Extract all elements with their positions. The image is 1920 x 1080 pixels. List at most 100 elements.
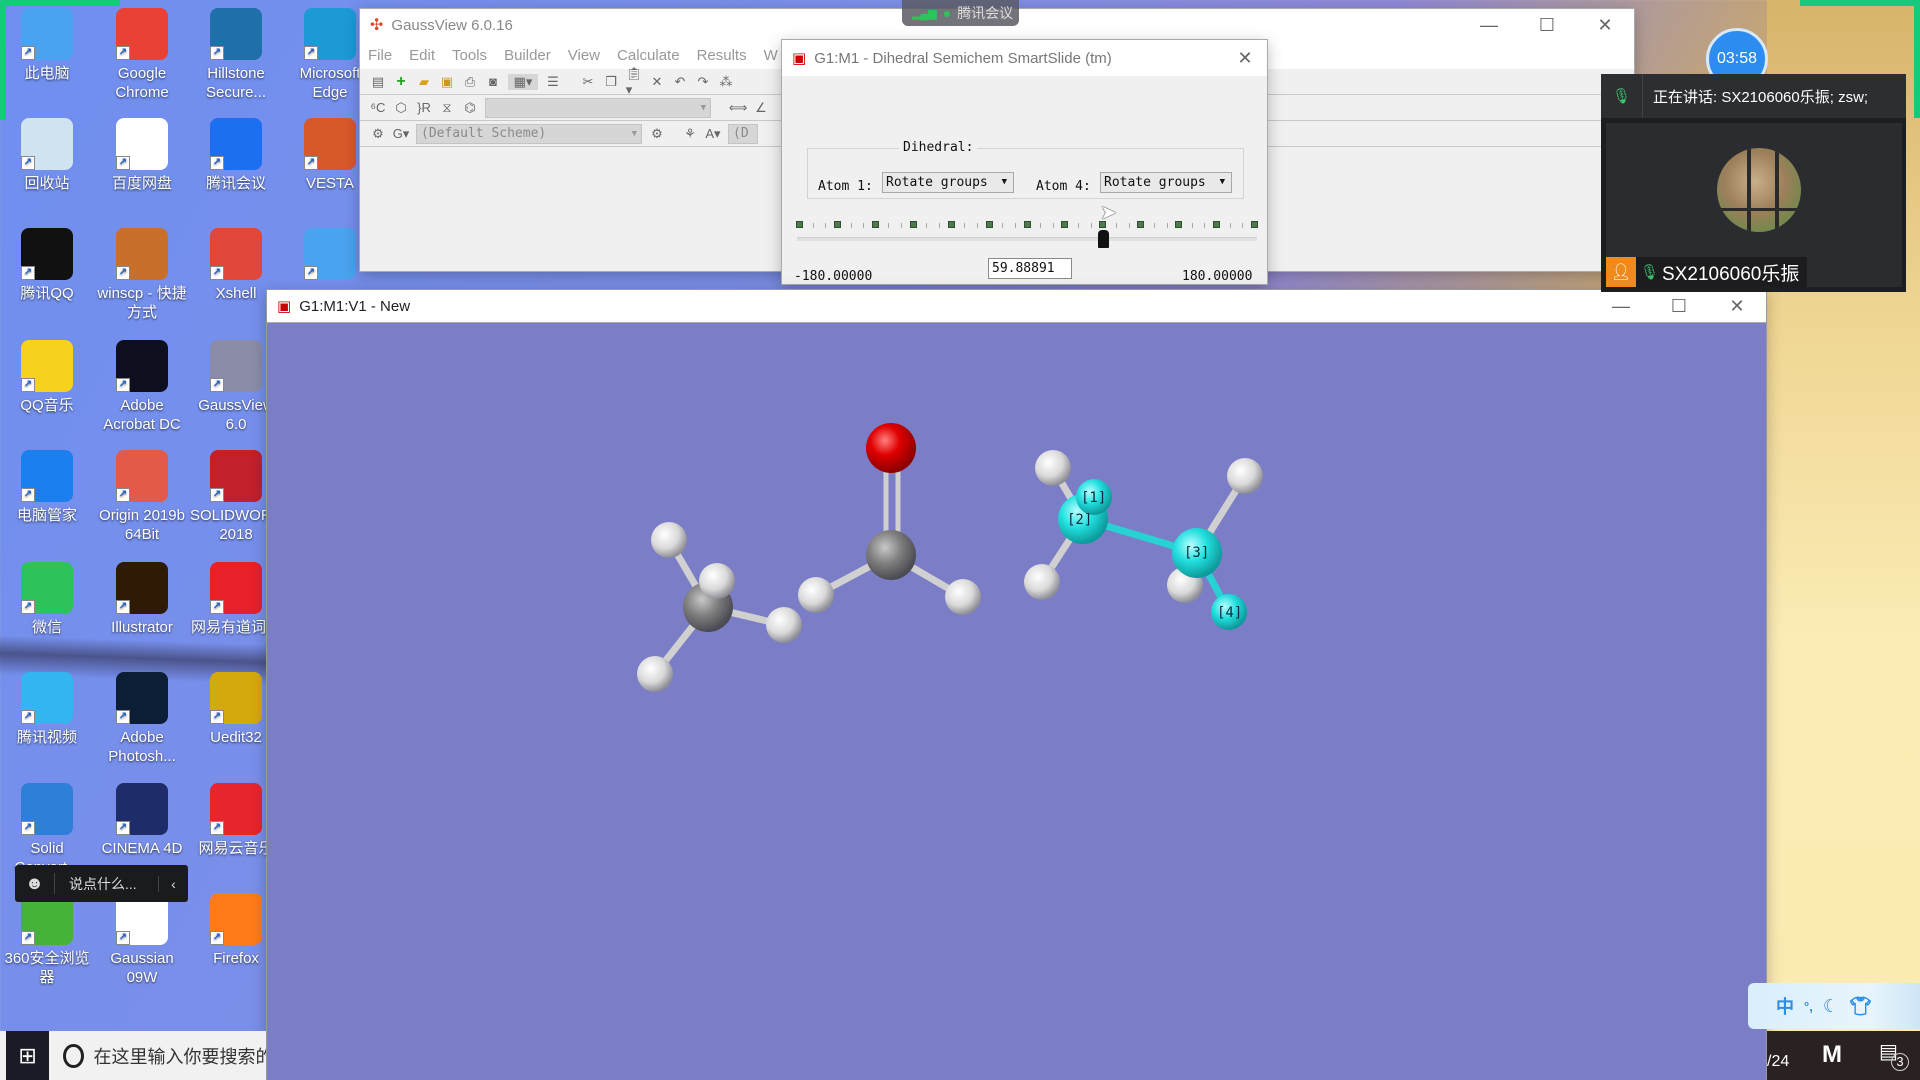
fragment-combo[interactable]: ▼ bbox=[485, 97, 711, 118]
close-button[interactable]: ✕ bbox=[1708, 290, 1766, 322]
desktop-icon[interactable]: ↗ QQ音乐 bbox=[1, 340, 93, 415]
desktop-icon[interactable]: ↗ winscp - 快捷方式 bbox=[96, 228, 188, 322]
scheme-combo[interactable]: (Default Scheme) ▼ bbox=[416, 123, 642, 144]
dihedral-slider[interactable] bbox=[797, 237, 1257, 241]
hydrogen-atom[interactable] bbox=[1024, 564, 1060, 600]
carbon-atom[interactable] bbox=[866, 530, 916, 580]
open-folder-icon[interactable]: ▰ bbox=[416, 74, 432, 90]
collapse-chevron-icon[interactable]: ‹ bbox=[158, 875, 188, 892]
redo-icon[interactable]: ↷ bbox=[695, 74, 711, 90]
desktop-icon[interactable]: ↗ 回收站 bbox=[1, 118, 93, 193]
punctuation-icon[interactable]: °, bbox=[1804, 999, 1813, 1014]
desktop-icon[interactable]: ↗ 腾讯QQ bbox=[1, 228, 93, 303]
label-icon[interactable]: A▾ bbox=[705, 126, 721, 142]
minimize-button[interactable]: — bbox=[1592, 290, 1650, 322]
maximize-button[interactable]: ☐ bbox=[1650, 290, 1708, 322]
hydrogen-atom[interactable] bbox=[637, 656, 673, 692]
menu-edit[interactable]: Edit bbox=[409, 47, 435, 64]
undo-icon[interactable]: ↶ bbox=[672, 74, 688, 90]
ime-toolbar[interactable]: 中 °, ☾ 👕︎ bbox=[1748, 983, 1920, 1029]
dialog-close-button[interactable]: ✕ bbox=[1223, 40, 1267, 76]
clean-icon[interactable]: ⁂ bbox=[718, 74, 734, 90]
m-app-icon[interactable]: M bbox=[1822, 1041, 1842, 1069]
maximize-button[interactable]: ☐ bbox=[1518, 9, 1576, 41]
scheme-settings-icon[interactable]: ⚙ bbox=[649, 126, 665, 142]
cut-icon[interactable]: ✂ bbox=[580, 74, 596, 90]
molecule-canvas[interactable]: [1] [2] [3] [4] bbox=[267, 323, 1768, 1080]
menu-calculate[interactable]: Calculate bbox=[617, 47, 680, 64]
windows-start-button[interactable]: ⊞ bbox=[6, 1031, 50, 1080]
participant-video[interactable]: 👤︎ 🎙︎ SX2106060乐振 bbox=[1606, 123, 1902, 287]
ring-icon[interactable]: ⬡ bbox=[393, 100, 409, 116]
menu-file[interactable]: File bbox=[368, 47, 392, 64]
new-file-icon[interactable]: ▤ bbox=[370, 74, 386, 90]
hydrogen-atom[interactable] bbox=[699, 563, 735, 599]
menu-windows[interactable]: W bbox=[764, 47, 778, 64]
dialog-titlebar[interactable]: ▣ G1:M1 - Dihedral Semichem SmartSlide (… bbox=[782, 40, 1267, 76]
label-combo[interactable]: (D bbox=[728, 123, 758, 144]
desktop-icon[interactable]: ↗ CINEMA 4D bbox=[96, 783, 188, 858]
dihedral-dialog[interactable]: ▣ G1:M1 - Dihedral Semichem SmartSlide (… bbox=[781, 39, 1268, 319]
desktop-icon[interactable]: ↗ 百度网盘 bbox=[96, 118, 188, 193]
desktop-icon[interactable]: ↗ 腾讯会议 bbox=[190, 118, 282, 193]
skin-shirt-icon[interactable]: 👕︎ bbox=[1849, 996, 1872, 1017]
delete-icon[interactable]: ✕ bbox=[649, 74, 665, 90]
movie-icon[interactable]: ▦▾ bbox=[508, 73, 538, 90]
molecule-view-window[interactable]: ▣ G1:M1:V1 - New — ☐ ✕ [1] [2] [3] [4] bbox=[266, 289, 1767, 1080]
meeting-badge[interactable]: ▂▄▆ ● 腾讯会议 bbox=[902, 0, 1019, 26]
hydrogen-atom[interactable] bbox=[945, 579, 981, 615]
chat-input[interactable]: 说点什么... bbox=[55, 874, 158, 894]
desktop-icon[interactable]: ↗ 360安全浏览器 bbox=[1, 893, 93, 987]
desktop-icon[interactable]: ↗ Hillstone Secure... bbox=[190, 8, 282, 102]
hydrogen-atom[interactable] bbox=[766, 607, 802, 643]
atom1-select[interactable]: Rotate groups ▼ bbox=[882, 172, 1014, 193]
meeting-speaker-panel[interactable]: 🎙︎ 正在讲话: SX2106060乐振; zsw; 👤︎ 🎙︎ SX21060… bbox=[1601, 74, 1906, 292]
custom-fragment-icon[interactable]: ⌬ bbox=[462, 100, 478, 116]
print-icon[interactable]: ⎙ bbox=[462, 74, 478, 90]
r-group-icon[interactable]: }R bbox=[416, 100, 432, 116]
menu-tools[interactable]: Tools bbox=[452, 47, 487, 64]
hydrogen-atom[interactable] bbox=[1035, 450, 1071, 486]
desktop-icon[interactable]: ↗ 微信 bbox=[1, 562, 93, 637]
hydrogen-atom[interactable] bbox=[1227, 458, 1263, 494]
angle-icon[interactable]: ∠ bbox=[753, 100, 769, 116]
ime-language[interactable]: 中 bbox=[1776, 993, 1794, 1019]
desktop-icon[interactable]: ↗ Origin 2019b 64Bit bbox=[96, 450, 188, 544]
slider-thumb[interactable] bbox=[1098, 230, 1110, 248]
menu-builder[interactable]: Builder bbox=[504, 47, 551, 64]
atom4-select[interactable]: Rotate groups ▼ bbox=[1100, 172, 1232, 193]
desktop-icon[interactable]: ↗ Illustrator bbox=[96, 562, 188, 637]
cortana-icon[interactable] bbox=[63, 1043, 84, 1068]
scheme-edit-icon[interactable]: G▾ bbox=[393, 126, 410, 142]
molecule-viewport[interactable]: [1] [2] [3] [4] bbox=[267, 322, 1766, 1080]
save-icon[interactable]: ▣ bbox=[439, 74, 455, 90]
desktop-icon[interactable]: ↗ Adobe Photosh... bbox=[96, 672, 188, 766]
copy-icon[interactable]: ❐ bbox=[603, 74, 619, 90]
moon-icon[interactable]: ☾ bbox=[1823, 996, 1839, 1017]
desktop-icon[interactable]: ↗ Google Chrome bbox=[96, 8, 188, 102]
desktop-icon[interactable]: ↗ 腾讯视频 bbox=[1, 672, 93, 747]
emoji-icon[interactable]: ☻ bbox=[15, 873, 55, 894]
close-button[interactable]: ✕ bbox=[1576, 9, 1634, 41]
desktop-icon[interactable]: ↗ 电脑管家 bbox=[1, 450, 93, 525]
meeting-chat-bar[interactable]: ☻ 说点什么... ‹ bbox=[15, 865, 188, 902]
paste-icon[interactable]: 📋︎▾ bbox=[626, 66, 643, 97]
biomolecule-icon[interactable]: ⧖ bbox=[439, 100, 455, 116]
list-icon[interactable]: ☰ bbox=[545, 74, 561, 90]
desktop-icon[interactable]: ↗ 此电脑 bbox=[1, 8, 93, 83]
atom-display-icon[interactable]: ⚘ bbox=[682, 126, 698, 142]
menu-results[interactable]: Results bbox=[697, 47, 747, 64]
hydrogen-atom[interactable] bbox=[651, 522, 687, 558]
dihedral-value-input[interactable]: 59.88891 bbox=[988, 258, 1072, 279]
element-icon[interactable]: ⁶C bbox=[370, 100, 386, 116]
menu-view[interactable]: View bbox=[568, 47, 600, 64]
scheme-icon[interactable]: ⚙ bbox=[370, 126, 386, 142]
minimize-button[interactable]: — bbox=[1460, 9, 1518, 41]
add-icon[interactable]: + bbox=[393, 73, 409, 90]
camera-icon[interactable]: ◙ bbox=[485, 74, 501, 90]
view-titlebar[interactable]: ▣ G1:M1:V1 - New — ☐ ✕ bbox=[267, 290, 1766, 322]
bond-icon[interactable]: ⟺ bbox=[729, 100, 748, 116]
hydrogen-atom[interactable] bbox=[798, 577, 834, 613]
desktop-icon[interactable]: ↗ Adobe Acrobat DC bbox=[96, 340, 188, 434]
desktop-icon[interactable]: ↗ Gaussian 09W bbox=[96, 893, 188, 987]
